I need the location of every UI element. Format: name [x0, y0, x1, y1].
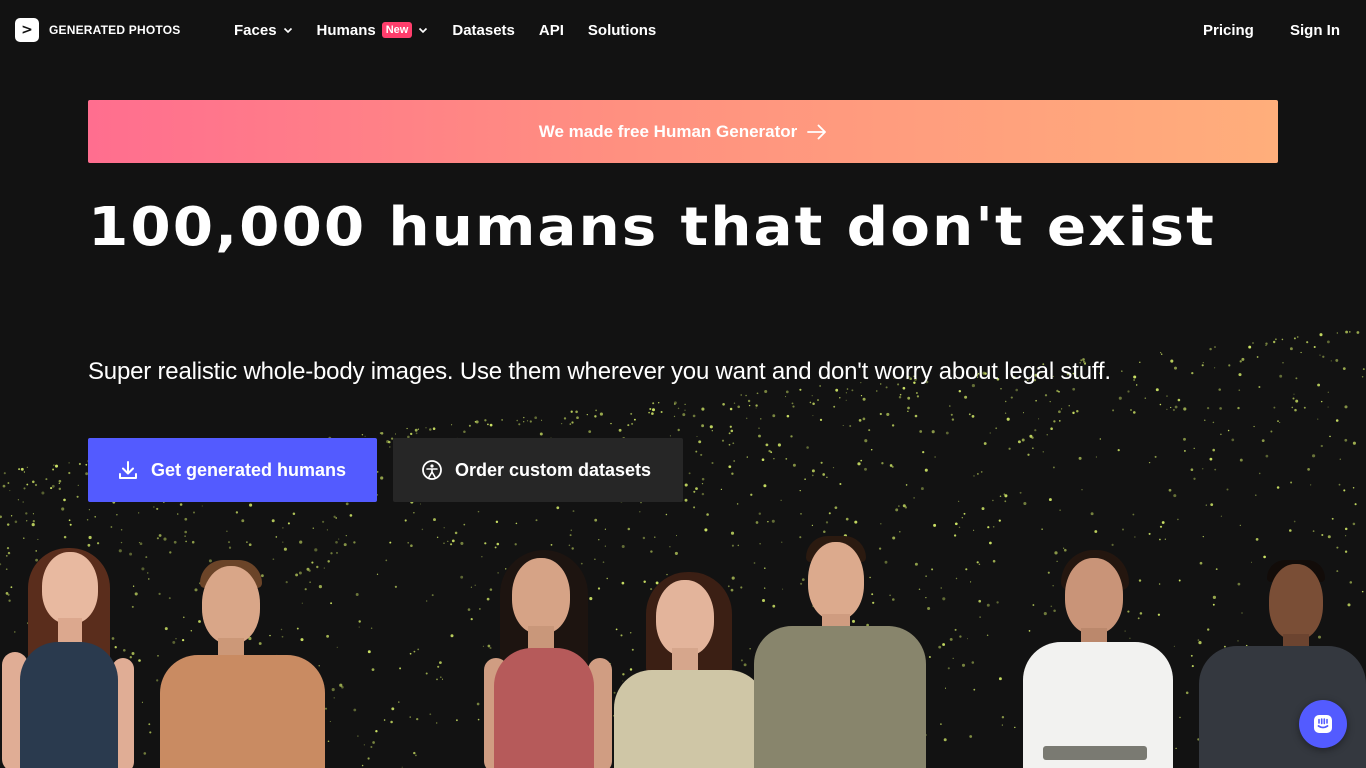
nav-solutions[interactable]: Solutions: [588, 22, 656, 39]
order-custom-datasets-label: Order custom datasets: [455, 459, 652, 480]
chat-icon: [1314, 715, 1332, 733]
generated-humans-gallery: [0, 530, 1366, 768]
dataset-icon: [422, 460, 442, 480]
nav-datasets-label: Datasets: [452, 21, 515, 39]
get-generated-humans-label: Get generated humans: [151, 459, 347, 480]
download-icon: [119, 461, 137, 479]
hero-headline: 100,000 Humans that don't exist: [88, 195, 1216, 258]
chat-button[interactable]: [1299, 700, 1347, 748]
top-nav: > GENERATED PHOTOS Faces Humans New Data…: [0, 0, 1366, 60]
pricing-link-wrap: Pricing: [1203, 0, 1254, 60]
get-generated-humans-button[interactable]: Get generated humans: [88, 438, 377, 502]
logo[interactable]: > GENERATED PHOTOS: [15, 18, 180, 42]
human-image: [0, 530, 140, 768]
signin-link[interactable]: Sign In: [1290, 22, 1340, 39]
nav-api[interactable]: API: [539, 22, 564, 39]
logo-text: GENERATED PHOTOS: [49, 23, 181, 37]
nav-faces[interactable]: Faces: [234, 22, 293, 39]
nav-datasets[interactable]: Datasets: [452, 22, 515, 39]
pricing-link[interactable]: Pricing: [1203, 22, 1254, 39]
nav-faces-label: Faces: [234, 21, 277, 39]
human-image: [750, 530, 930, 768]
human-image: [150, 530, 325, 768]
new-badge: New: [381, 22, 413, 38]
chevron-down-icon: [419, 27, 428, 34]
logo-icon: >: [15, 18, 39, 42]
nav-humans-label: Humans: [316, 21, 376, 39]
promo-banner[interactable]: We made free Human Generator: [88, 100, 1278, 163]
nav-solutions-label: Solutions: [587, 21, 657, 39]
promo-label: We made free Human Generator: [538, 121, 798, 141]
nav-api-label: API: [538, 21, 564, 39]
chevron-down-icon: [283, 27, 292, 34]
arrow-right-icon: [807, 124, 827, 139]
order-custom-datasets-button[interactable]: Order custom datasets: [393, 438, 683, 502]
human-image: [478, 530, 618, 768]
hero-subline: Super realistic whole-body images. Use t…: [88, 358, 1111, 385]
main-nav: Faces Humans New Datasets API Solutions: [234, 0, 680, 60]
nav-humans[interactable]: Humans New: [317, 22, 429, 39]
human-image: [610, 530, 770, 768]
human-image: [1015, 530, 1180, 768]
signin-link-wrap: Sign In: [1290, 0, 1340, 60]
